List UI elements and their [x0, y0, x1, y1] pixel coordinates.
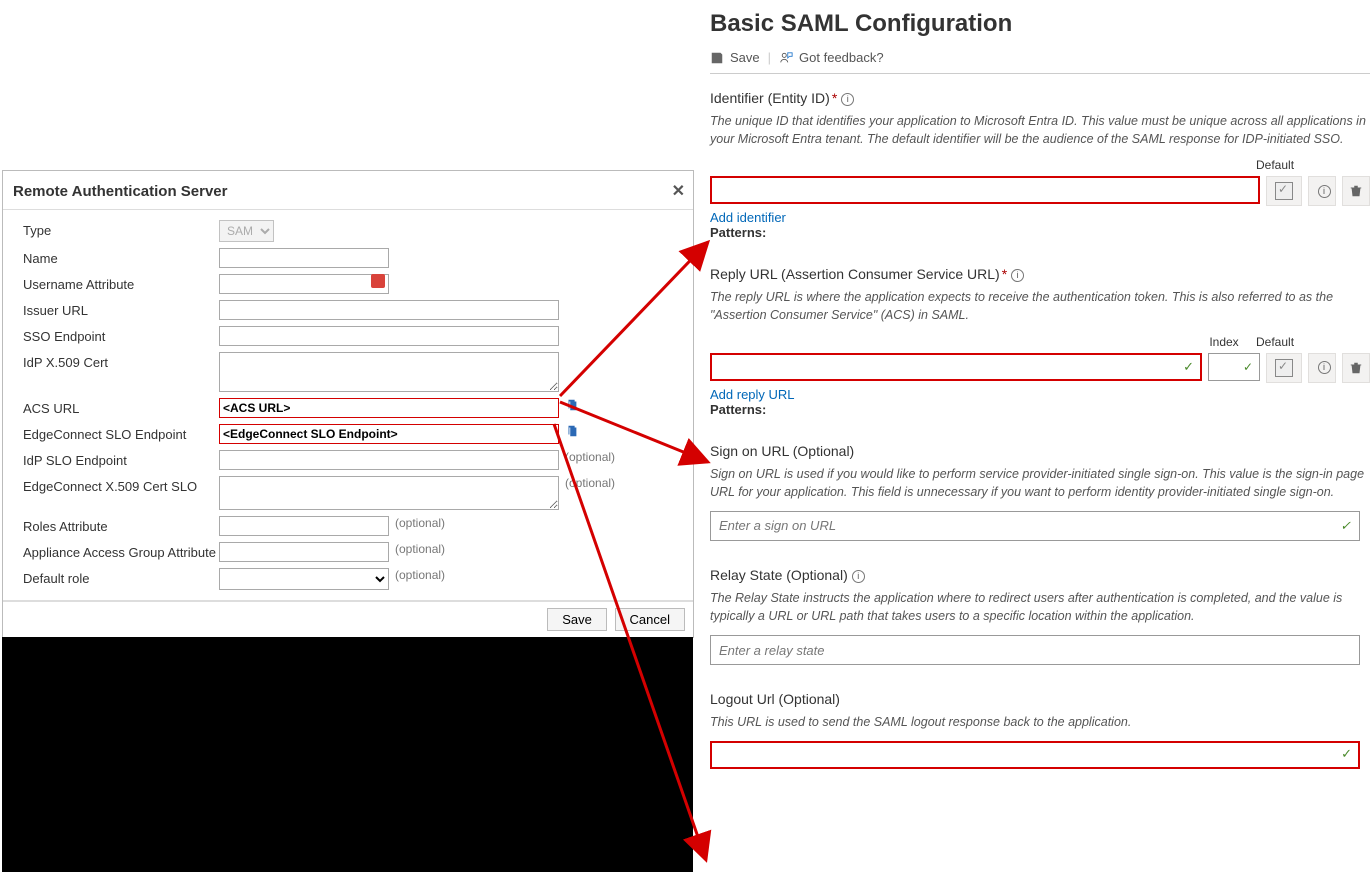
roles-label: Roles Attribute	[23, 516, 219, 534]
dialog-title: Remote Authentication Server	[13, 183, 228, 200]
index-input[interactable]	[1208, 353, 1260, 381]
username-attr-label: Username Attribute	[23, 274, 219, 292]
signon-url-input[interactable]: Enter a sign on URL	[710, 511, 1360, 541]
logout-url-description: This URL is used to send the SAML logout…	[710, 713, 1370, 731]
delete-button[interactable]	[1342, 353, 1370, 383]
reply-url-input[interactable]	[710, 353, 1202, 381]
default-column-header: Default	[1256, 158, 1292, 172]
info-icon[interactable]: i	[852, 570, 865, 583]
copy-icon[interactable]	[565, 424, 579, 438]
saml-config-panel: Basic SAML Configuration Save | Got feed…	[710, 0, 1370, 777]
optional-text: (optional)	[565, 476, 615, 490]
default-checkbox[interactable]	[1275, 182, 1293, 200]
logout-url-label: Logout Url (Optional)	[710, 691, 1370, 707]
roles-input[interactable]	[219, 516, 389, 536]
issuer-input[interactable]	[219, 300, 559, 320]
identifier-label: Identifier (Entity ID)*i	[710, 90, 1370, 106]
info-icon[interactable]: i	[1318, 361, 1331, 374]
reply-url-description: The reply URL is where the application e…	[710, 288, 1370, 324]
add-identifier-link[interactable]: Add identifier	[710, 210, 1370, 225]
black-area	[2, 637, 693, 872]
idp-slo-input[interactable]	[219, 450, 559, 470]
feedback-link[interactable]: Got feedback?	[779, 50, 884, 65]
identifier-input[interactable]	[710, 176, 1260, 204]
patterns-label: Patterns:	[710, 402, 1370, 417]
relay-state-label: Relay State (Optional)i	[710, 567, 1370, 583]
identifier-description: The unique ID that identifies your appli…	[710, 112, 1370, 148]
default-role-select[interactable]	[219, 568, 389, 590]
delete-button[interactable]	[1342, 176, 1370, 206]
reply-url-label: Reply URL (Assertion Consumer Service UR…	[710, 266, 1370, 282]
optional-text: (optional)	[565, 450, 615, 464]
idp-cert-label: IdP X.509 Cert	[23, 352, 219, 370]
default-column-header: Default	[1256, 335, 1292, 349]
add-reply-url-link[interactable]: Add reply URL	[710, 387, 1370, 402]
info-icon[interactable]: i	[841, 93, 854, 106]
info-icon[interactable]: i	[1318, 185, 1331, 198]
cancel-button[interactable]: Cancel	[615, 608, 685, 631]
index-column-header: Index	[1198, 335, 1250, 349]
issuer-label: Issuer URL	[23, 300, 219, 318]
optional-text: (optional)	[395, 542, 445, 556]
save-button[interactable]: Save	[547, 608, 607, 631]
idp-slo-label: IdP SLO Endpoint	[23, 450, 219, 468]
close-icon[interactable]: ✕	[672, 181, 685, 201]
info-icon[interactable]: i	[1011, 269, 1024, 282]
relay-state-input[interactable]: Enter a relay state	[710, 635, 1360, 665]
optional-text: (optional)	[395, 568, 445, 582]
remote-auth-dialog: Remote Authentication Server ✕ Type SAML…	[2, 170, 694, 638]
type-select: SAML	[219, 220, 274, 242]
person-feedback-icon	[779, 51, 793, 65]
ec-cert-slo-input[interactable]	[219, 476, 559, 510]
name-input[interactable]	[219, 248, 389, 268]
username-attr-input[interactable]	[219, 274, 389, 294]
idp-cert-input[interactable]	[219, 352, 559, 392]
signon-url-label: Sign on URL (Optional)	[710, 443, 1370, 459]
appliance-label: Appliance Access Group Attribute	[23, 542, 219, 560]
required-marker-icon	[371, 274, 385, 288]
optional-text: (optional)	[395, 516, 445, 530]
sso-label: SSO Endpoint	[23, 326, 219, 344]
appliance-input[interactable]	[219, 542, 389, 562]
ec-slo-input[interactable]	[219, 424, 559, 444]
type-label: Type	[23, 220, 219, 238]
panel-title: Basic SAML Configuration	[710, 10, 1370, 38]
logout-url-input[interactable]	[710, 741, 1360, 769]
acs-input[interactable]	[219, 398, 559, 418]
default-role-label: Default role	[23, 568, 219, 586]
ec-slo-label: EdgeConnect SLO Endpoint	[23, 424, 219, 442]
save-icon	[710, 51, 724, 65]
name-label: Name	[23, 248, 219, 266]
relay-state-description: The Relay State instructs the applicatio…	[710, 589, 1370, 625]
copy-icon[interactable]	[565, 398, 579, 412]
patterns-label: Patterns:	[710, 225, 1370, 240]
save-button[interactable]: Save	[710, 50, 760, 65]
sso-input[interactable]	[219, 326, 559, 346]
acs-label: ACS URL	[23, 398, 219, 416]
signon-url-description: Sign on URL is used if you would like to…	[710, 465, 1370, 501]
default-checkbox[interactable]	[1275, 359, 1293, 377]
ec-cert-slo-label: EdgeConnect X.509 Cert SLO	[23, 476, 219, 494]
